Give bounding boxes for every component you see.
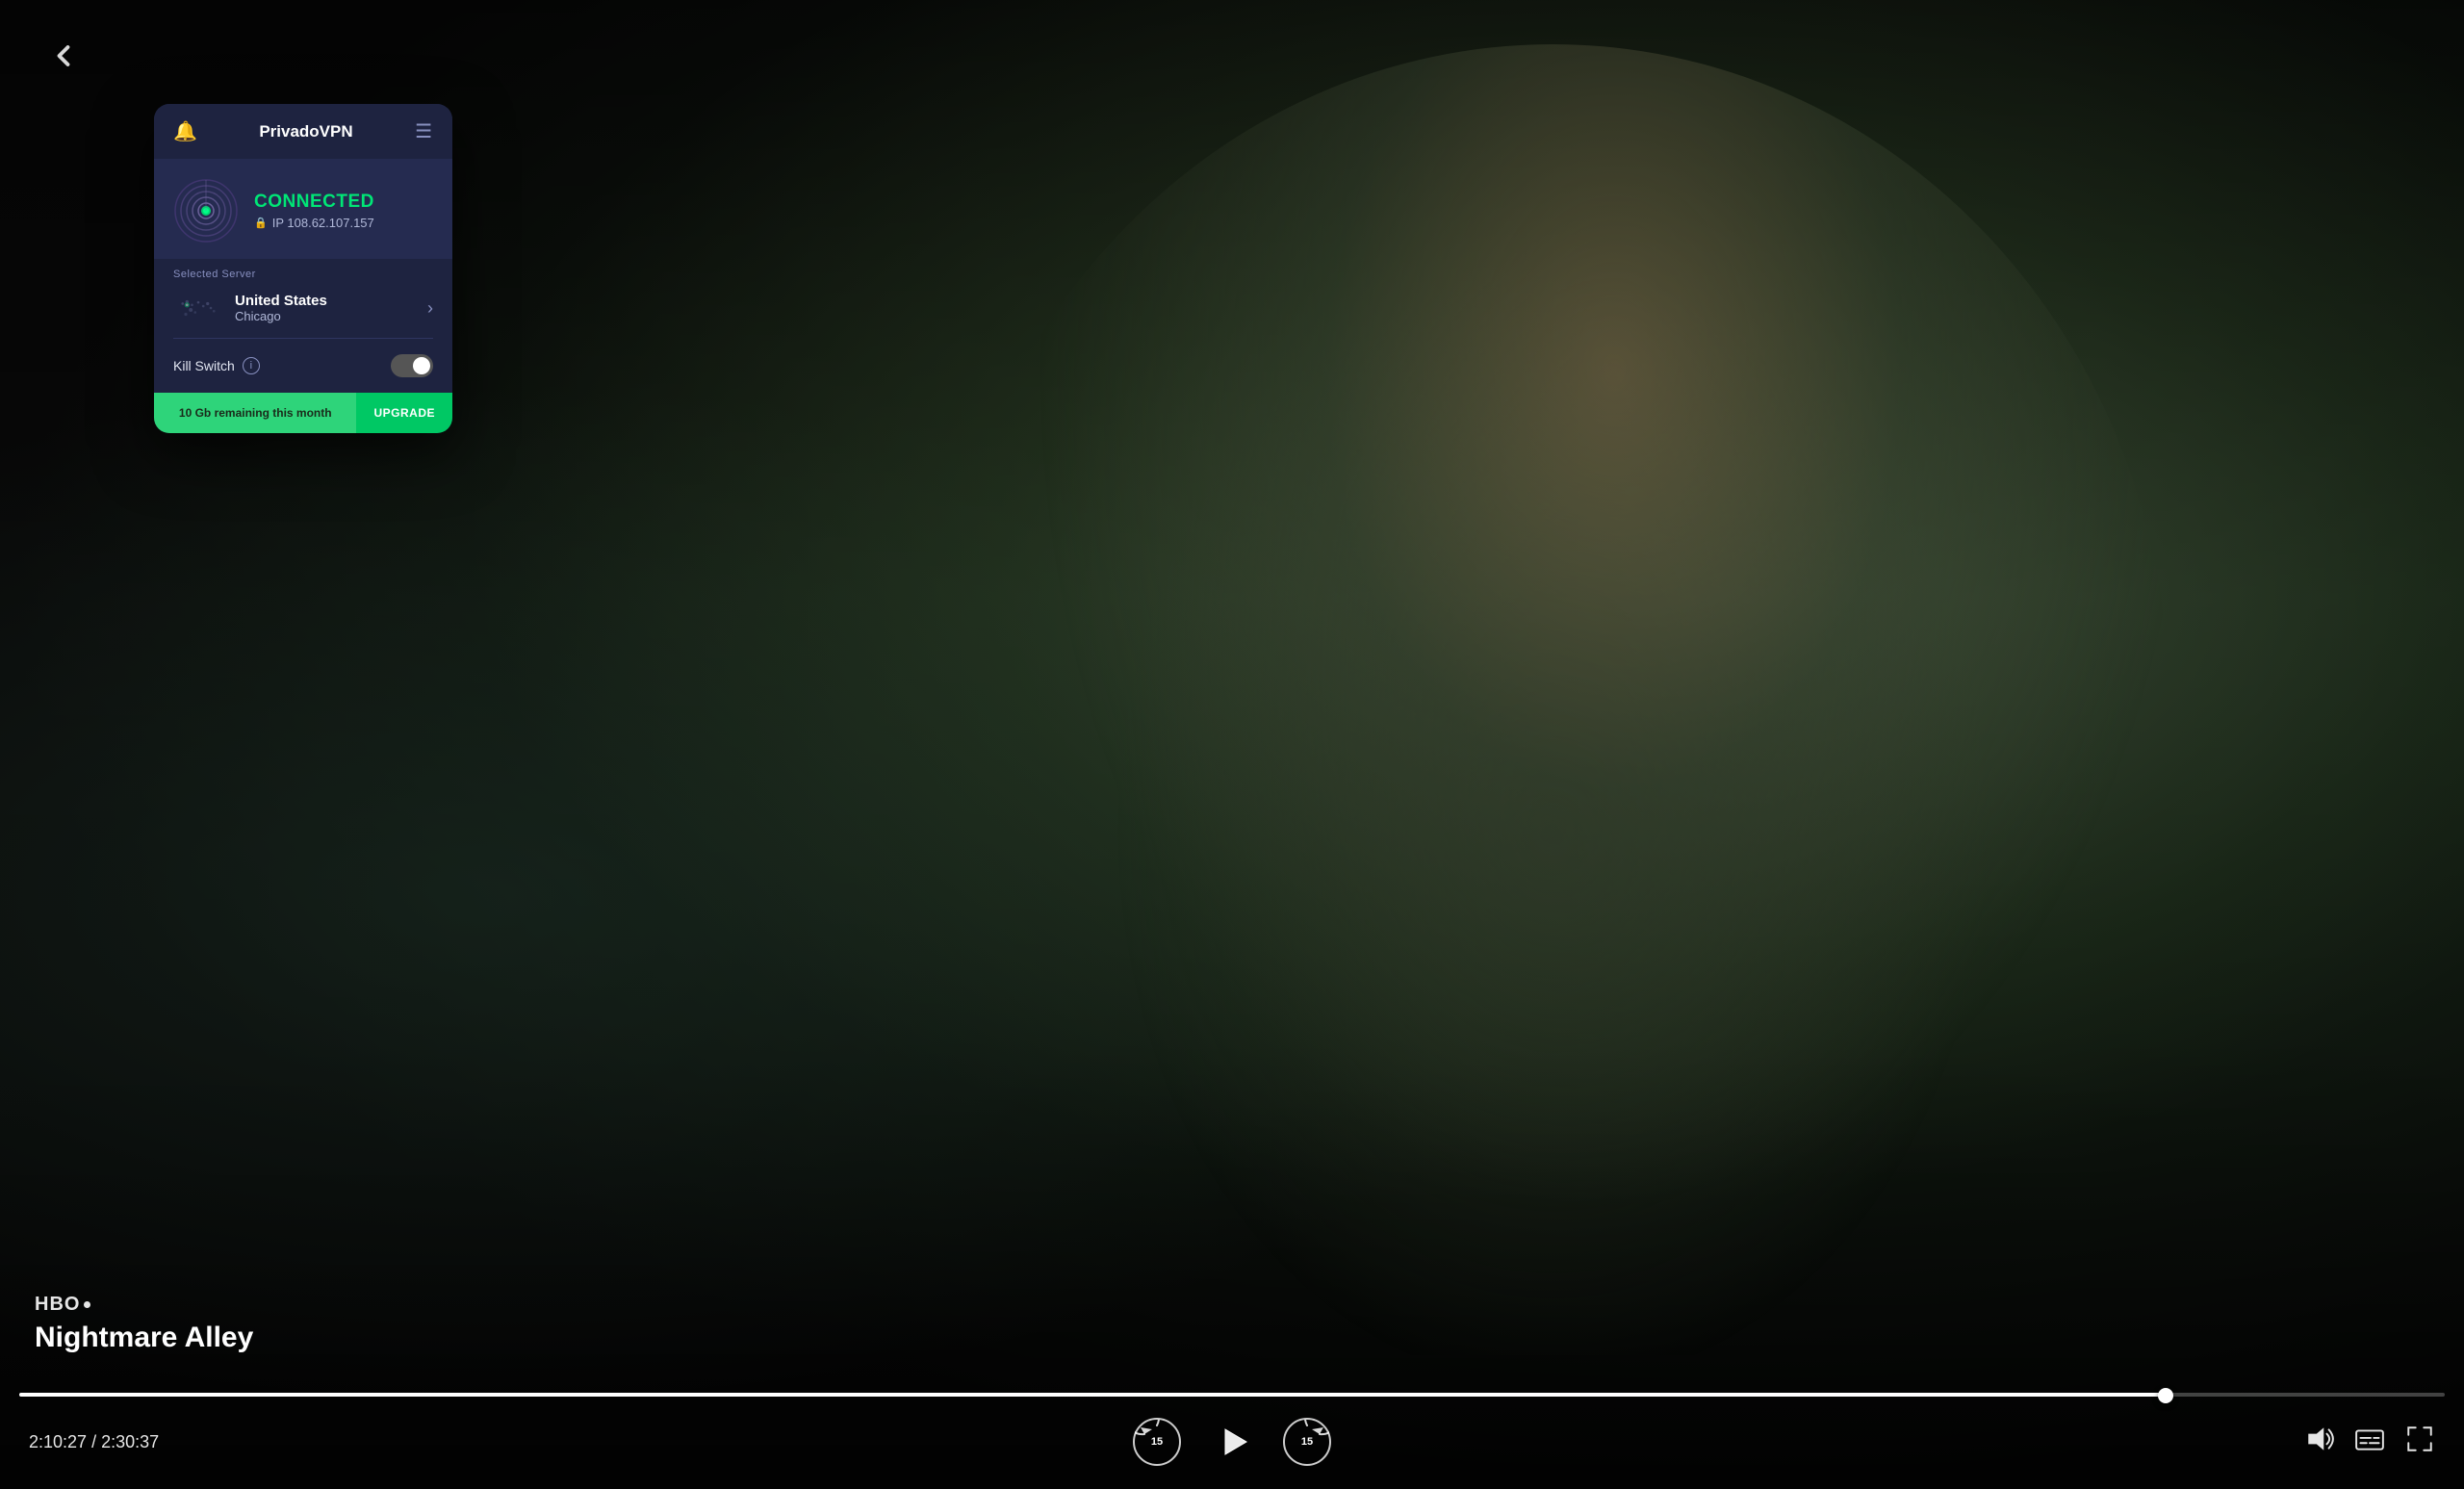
forward-button[interactable]: 15 (1283, 1418, 1331, 1466)
server-section-label: Selected Server (154, 259, 452, 286)
progress-bar-container[interactable] (19, 1393, 2445, 1397)
ip-row: 🔒 IP 108.62.107.157 (254, 216, 433, 230)
vpn-footer: 10 Gb remaining this month UPGRADE (154, 393, 452, 433)
server-city: Chicago (235, 309, 327, 323)
server-left: United States Chicago (173, 292, 327, 324)
vpn-header: 🔔 PrivadoVPN ☰ (154, 104, 452, 159)
time-separator: / (91, 1432, 101, 1451)
video-figure (937, 44, 2169, 1354)
killswitch-left: Kill Switch i (173, 357, 260, 374)
server-row[interactable]: United States Chicago › (154, 286, 452, 338)
upgrade-button[interactable]: UPGRADE (356, 393, 452, 433)
time-current: 2:10:27 (29, 1432, 87, 1451)
hbo-logo: HBO (35, 1294, 253, 1316)
bell-icon[interactable]: 🔔 (173, 119, 197, 143)
menu-icon[interactable]: ☰ (415, 119, 433, 143)
volume-button[interactable] (2304, 1424, 2335, 1461)
progress-bar-fill (19, 1393, 2166, 1397)
ip-address: IP 108.62.107.157 (272, 216, 374, 230)
vpn-panel: 🔔 PrivadoVPN ☰ CONNECTED 🔒 (154, 104, 452, 433)
back-button[interactable] (35, 27, 92, 85)
subtitles-button[interactable] (2354, 1424, 2385, 1461)
radar-icon (173, 178, 239, 244)
right-controls (2262, 1424, 2435, 1461)
video-title: Nightmare Alley (35, 1322, 253, 1354)
world-map-icon (173, 292, 223, 324)
server-country: United States (235, 293, 327, 309)
vpn-connection-section: CONNECTED 🔒 IP 108.62.107.157 (154, 159, 452, 259)
center-controls: 15 15 (1133, 1418, 1331, 1466)
time-total: 2:30:37 (101, 1432, 159, 1451)
rewind-button[interactable]: 15 (1133, 1418, 1181, 1466)
server-chevron-icon: › (427, 298, 433, 319)
vpn-killswitch-section: Kill Switch i (154, 339, 452, 393)
hbo-dot (84, 1301, 90, 1308)
killswitch-label: Kill Switch (173, 358, 235, 373)
connected-status: CONNECTED (254, 192, 433, 213)
vpn-server-section: Selected Server (154, 259, 452, 338)
killswitch-info-icon[interactable]: i (243, 357, 260, 374)
server-text: United States Chicago (235, 293, 327, 323)
video-title-area: HBO Nightmare Alley (35, 1294, 253, 1354)
killswitch-toggle[interactable] (391, 354, 433, 377)
footer-remaining: 10 Gb remaining this month (154, 393, 356, 433)
controls-bar: 2:10:27 / 2:30:37 15 15 (0, 1418, 2464, 1466)
vpn-title: PrivadoVPN (259, 122, 352, 141)
fullscreen-button[interactable] (2404, 1424, 2435, 1461)
time-display: 2:10:27 / 2:30:37 (29, 1432, 202, 1452)
play-button[interactable] (1210, 1420, 1254, 1464)
connection-info: CONNECTED 🔒 IP 108.62.107.157 (254, 192, 433, 230)
lock-icon: 🔒 (254, 217, 268, 229)
hbo-label: HBO (35, 1294, 80, 1316)
toggle-knob (413, 357, 430, 374)
